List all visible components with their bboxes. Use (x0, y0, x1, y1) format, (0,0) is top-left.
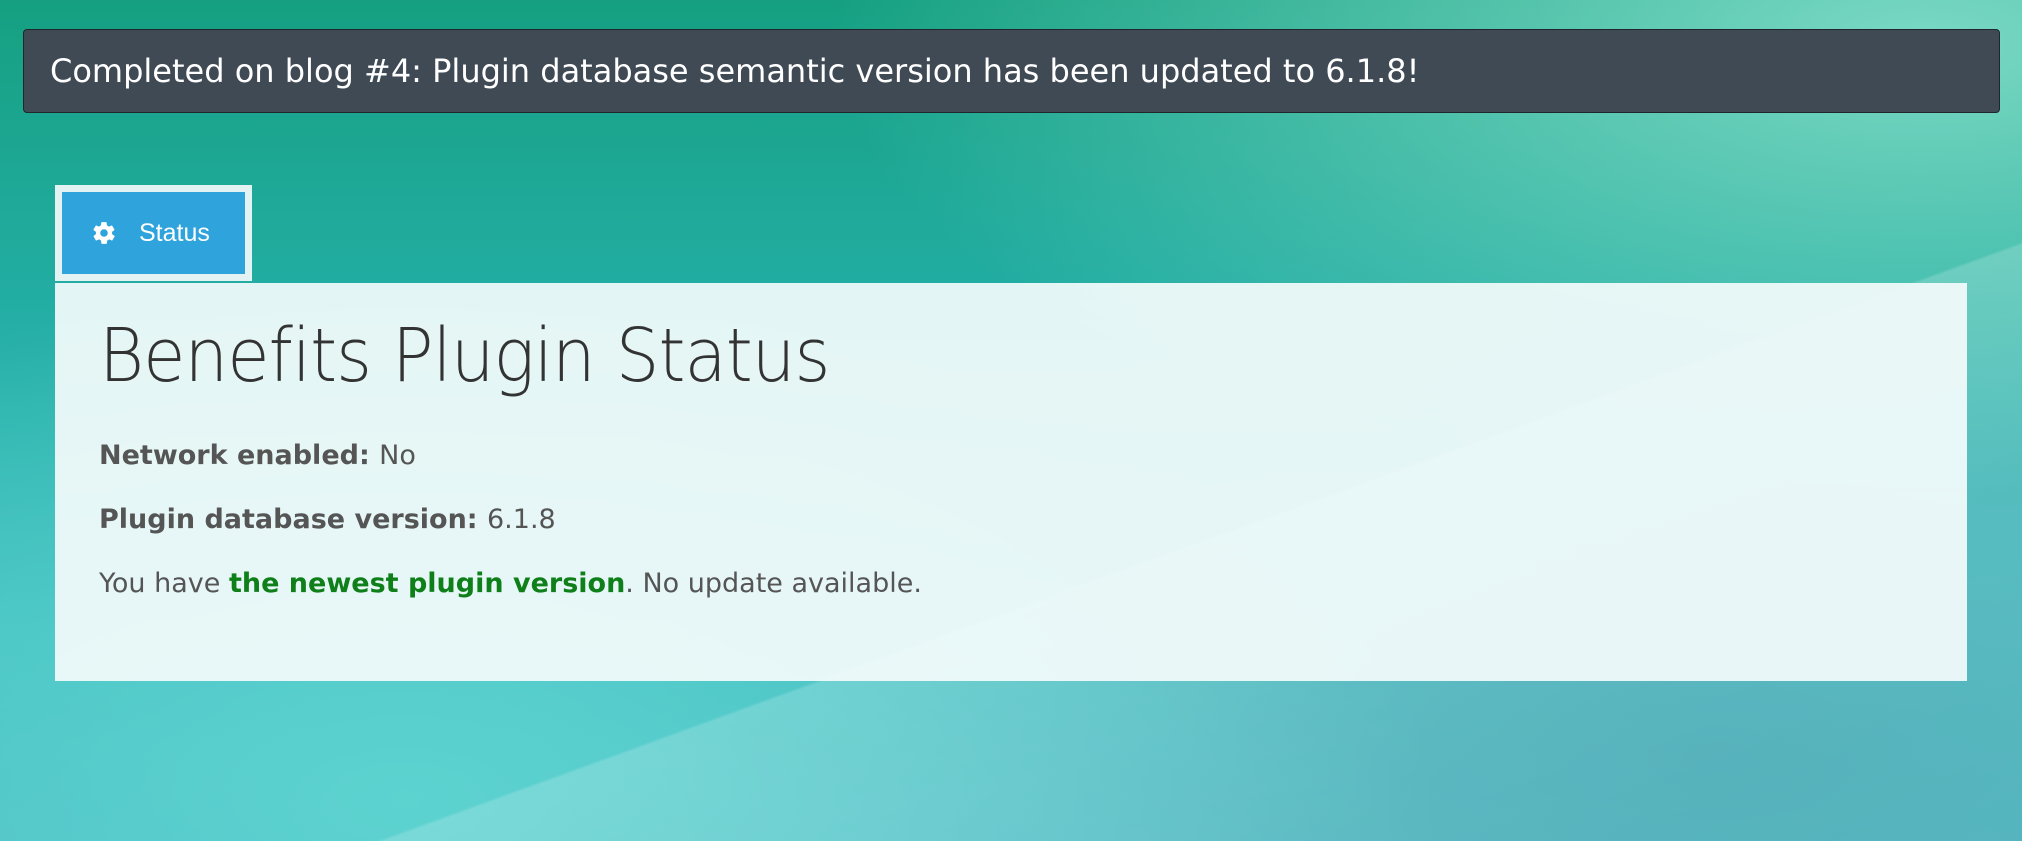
db-version-label: Plugin database version: (99, 504, 487, 535)
update-notice: Completed on blog #4: Plugin database se… (23, 29, 2000, 113)
update-message-prefix: You have (99, 568, 229, 599)
status-panel: Benefits Plugin Status Network enabled: … (55, 283, 1967, 681)
update-message-suffix: . No update available. (625, 568, 922, 599)
tab-status[interactable]: Status (62, 192, 245, 274)
newest-version-highlight: the newest plugin version (228, 568, 626, 599)
gear-icon (91, 220, 117, 246)
db-version-row: Plugin database version: 6.1.8 (99, 504, 556, 535)
db-version-value: 6.1.8 (487, 504, 556, 535)
page-title: Benefits Plugin Status (99, 313, 830, 399)
tab-bar: Status (55, 185, 252, 281)
notice-text: Completed on blog #4: Plugin database se… (50, 52, 1420, 90)
network-enabled-label: Network enabled: (99, 440, 380, 471)
network-enabled-row: Network enabled: No (99, 440, 416, 471)
update-message: You have the newest plugin version. No u… (99, 568, 922, 599)
tab-status-label: Status (139, 218, 210, 247)
network-enabled-value: No (379, 440, 416, 471)
